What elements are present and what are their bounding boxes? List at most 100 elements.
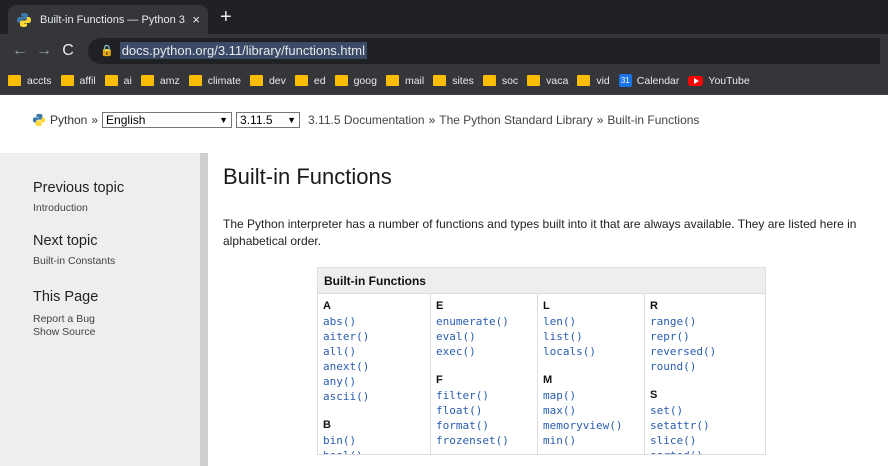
function-link[interactable]: reversed() bbox=[650, 344, 761, 359]
function-link[interactable]: all() bbox=[323, 344, 426, 359]
lock-icon[interactable]: 🔒 bbox=[100, 44, 114, 57]
breadcrumb-docs[interactable]: 3.11.5 Documentation bbox=[308, 113, 425, 127]
function-link[interactable]: eval() bbox=[436, 329, 533, 344]
folder-icon bbox=[188, 75, 202, 86]
forward-button[interactable]: → bbox=[32, 42, 56, 60]
function-link[interactable]: locals() bbox=[543, 344, 640, 359]
language-select[interactable]: English ▼ bbox=[102, 112, 233, 128]
folder-icon bbox=[140, 75, 154, 86]
breadcrumb-current: Built-in Functions bbox=[607, 113, 700, 127]
version-value: 3.11.5 bbox=[240, 113, 273, 127]
bookmark-label: goog bbox=[353, 74, 377, 87]
browser-tab[interactable]: Built-in Functions — Python 3.11.5 × bbox=[8, 5, 208, 34]
folder-icon bbox=[60, 75, 74, 86]
bookmark-sites[interactable]: sites bbox=[433, 75, 474, 87]
new-tab-button[interactable]: + bbox=[220, 5, 232, 29]
python-logo-icon bbox=[32, 113, 46, 127]
function-link[interactable]: filter() bbox=[436, 388, 533, 403]
builtin-functions-table: Built-in Functions Aabs() aiter() all() ane… bbox=[317, 267, 766, 455]
letter-heading: R bbox=[650, 300, 658, 312]
language-value: English bbox=[106, 113, 146, 127]
bookmark-youtube[interactable]: YouTube bbox=[688, 75, 750, 87]
function-link[interactable]: list() bbox=[543, 329, 640, 344]
breadcrumb-separator: » bbox=[428, 113, 436, 127]
function-link[interactable]: round() bbox=[650, 359, 761, 374]
folder-icon bbox=[527, 75, 541, 86]
address-url[interactable]: docs.python.org/3.11/library/functions.h… bbox=[119, 42, 367, 59]
table-column: Rrange() repr() reversed() round() Sset() set… bbox=[645, 294, 765, 454]
bookmark-soc[interactable]: soc bbox=[482, 75, 518, 87]
folder-icon bbox=[104, 75, 118, 86]
bookmark-ai[interactable]: ai bbox=[104, 75, 132, 87]
bookmark-label: sites bbox=[452, 74, 474, 87]
bookmark-calendar[interactable]: 31 Calendar bbox=[618, 74, 679, 87]
python-home-link[interactable]: Python bbox=[50, 113, 87, 127]
bookmark-accts[interactable]: accts bbox=[8, 75, 52, 87]
function-link[interactable]: bin() bbox=[323, 433, 426, 448]
calendar-icon: 31 bbox=[618, 74, 632, 87]
folder-icon bbox=[294, 75, 308, 86]
previous-topic-link[interactable]: Introduction bbox=[33, 202, 208, 214]
this-page-heading: This Page bbox=[33, 289, 99, 305]
function-link[interactable]: anext() bbox=[323, 359, 426, 374]
function-link[interactable]: format() bbox=[436, 418, 533, 433]
version-select[interactable]: 3.11.5 ▼ bbox=[236, 112, 301, 128]
report-bug-link[interactable]: Report a Bug bbox=[33, 313, 208, 325]
function-link[interactable]: min() bbox=[543, 433, 640, 448]
function-link[interactable]: repr() bbox=[650, 329, 761, 344]
address-bar[interactable]: 🔒 docs.python.org/3.11/library/functions… bbox=[88, 37, 880, 64]
function-link[interactable]: sorted() bbox=[650, 448, 761, 454]
tab-strip: Built-in Functions — Python 3.11.5 × + bbox=[0, 0, 888, 34]
previous-topic-heading: Previous topic bbox=[33, 180, 125, 196]
breadcrumb-library[interactable]: The Python Standard Library bbox=[439, 113, 592, 127]
bookmark-climate[interactable]: climate bbox=[188, 75, 241, 87]
folder-icon bbox=[385, 75, 399, 86]
bookmark-ed[interactable]: ed bbox=[294, 74, 326, 87]
function-link[interactable]: bool() bbox=[323, 448, 426, 454]
show-source-link[interactable]: Show Source bbox=[33, 326, 208, 338]
function-link[interactable]: memoryview() bbox=[543, 418, 640, 433]
function-link[interactable]: abs() bbox=[323, 314, 426, 329]
page-title: Built-in Functions bbox=[223, 164, 392, 189]
next-topic-link[interactable]: Built-in Constants bbox=[33, 255, 208, 267]
folder-icon bbox=[334, 75, 348, 86]
letter-heading: E bbox=[436, 300, 444, 312]
bookmark-label: accts bbox=[27, 74, 52, 87]
function-link[interactable]: range() bbox=[650, 314, 761, 329]
bookmark-goog[interactable]: goog bbox=[334, 74, 377, 87]
folder-icon bbox=[482, 75, 496, 86]
bookmark-mail[interactable]: mail bbox=[385, 75, 424, 87]
folder-icon bbox=[8, 75, 21, 86]
intro-paragraph: The Python interpreter has a number of f… bbox=[223, 217, 857, 248]
function-link[interactable]: max() bbox=[543, 403, 640, 418]
function-link[interactable]: set() bbox=[650, 403, 761, 418]
tab-title: Built-in Functions — Python 3.11.5 bbox=[40, 13, 186, 26]
function-link[interactable]: map() bbox=[543, 388, 640, 403]
function-link[interactable]: ascii() bbox=[323, 389, 426, 404]
table-column: Aabs() aiter() all() anext() any() ascii() Bbi… bbox=[318, 294, 431, 454]
bookmark-vid[interactable]: vid bbox=[577, 75, 610, 87]
bookmark-label: ed bbox=[313, 74, 326, 87]
tab-close-icon[interactable]: × bbox=[192, 12, 200, 27]
bookmark-dev[interactable]: dev bbox=[249, 75, 286, 87]
next-topic-heading: Next topic bbox=[33, 233, 98, 249]
bookmark-vaca[interactable]: vaca bbox=[527, 75, 568, 87]
function-link[interactable]: enumerate() bbox=[436, 314, 533, 329]
function-link[interactable]: slice() bbox=[650, 433, 761, 448]
bookmark-amz[interactable]: amz bbox=[140, 74, 180, 87]
reload-button[interactable]: C bbox=[56, 42, 80, 60]
table-columns: Aabs() aiter() all() anext() any() ascii() Bbi… bbox=[318, 294, 765, 454]
main-content: Built-in Functions The Python interprete… bbox=[208, 145, 878, 466]
table-column: Llen() list() locals() Mmap() max() memoryvie… bbox=[538, 294, 645, 454]
function-link[interactable]: aiter() bbox=[323, 329, 426, 344]
breadcrumb-separator: » bbox=[91, 113, 99, 127]
function-link[interactable]: float() bbox=[436, 403, 533, 418]
back-button[interactable]: ← bbox=[8, 42, 32, 60]
function-link[interactable]: frozenset() bbox=[436, 433, 533, 448]
function-link[interactable]: exec() bbox=[436, 344, 533, 359]
function-link[interactable]: any() bbox=[323, 374, 426, 389]
bookmark-label: amz bbox=[159, 74, 180, 87]
function-link[interactable]: len() bbox=[543, 314, 640, 329]
function-link[interactable]: setattr() bbox=[650, 418, 761, 433]
bookmark-affil[interactable]: affil bbox=[60, 75, 96, 87]
